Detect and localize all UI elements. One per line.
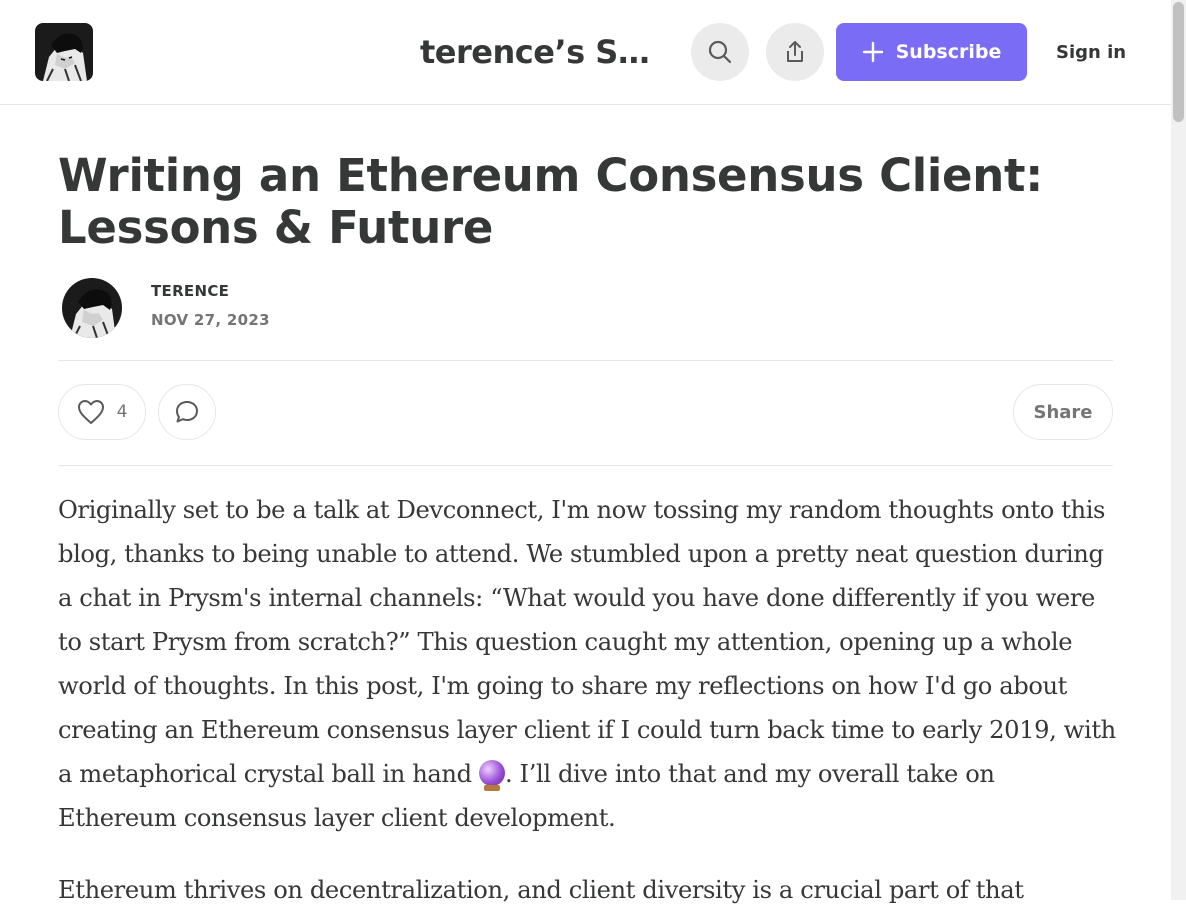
- share-upload-icon: [787, 41, 803, 62]
- sign-in-link[interactable]: Sign in: [1056, 38, 1126, 68]
- heart-icon: [77, 400, 104, 424]
- post-date: NOV 27, 2023: [151, 311, 270, 329]
- search-icon: [708, 40, 732, 64]
- plus-icon: [862, 41, 883, 63]
- divider: [58, 360, 1113, 361]
- subscribe-label: Subscribe: [895, 41, 1002, 63]
- body-paragraph: Ethereum thrives on decentralization, an…: [58, 876, 1024, 904]
- body-paragraph: Originally set to be a talk at Devconnec…: [58, 488, 1116, 840]
- crystal-ball-icon: [478, 760, 505, 791]
- author-avatar[interactable]: [62, 278, 122, 338]
- publication-logo[interactable]: [35, 23, 93, 81]
- paragraph-text: Originally set to be a talk at Devconnec…: [58, 496, 1116, 788]
- share-label: Share: [1033, 401, 1093, 423]
- subscribe-button[interactable]: Subscribe: [836, 23, 1027, 81]
- comment-bubble-icon: [176, 401, 198, 423]
- search-button[interactable]: [691, 23, 749, 81]
- divider: [58, 465, 1113, 466]
- scrollbar-thumb[interactable]: [1173, 2, 1184, 122]
- author-name[interactable]: TERENCE: [151, 282, 229, 300]
- top-navigation-bar: terence’s Su… Subscribe Sign in: [0, 0, 1171, 105]
- post-title: Writing an Ethereum Consensus Client: Le…: [58, 149, 1043, 254]
- like-button[interactable]: 4: [58, 384, 146, 440]
- share-post-button[interactable]: [766, 23, 824, 81]
- share-button[interactable]: Share: [1013, 384, 1113, 440]
- scrollbar-track[interactable]: [1171, 0, 1186, 900]
- like-count: 4: [116, 402, 128, 422]
- publication-title[interactable]: terence’s Su…: [420, 30, 655, 74]
- comment-button[interactable]: [158, 384, 216, 440]
